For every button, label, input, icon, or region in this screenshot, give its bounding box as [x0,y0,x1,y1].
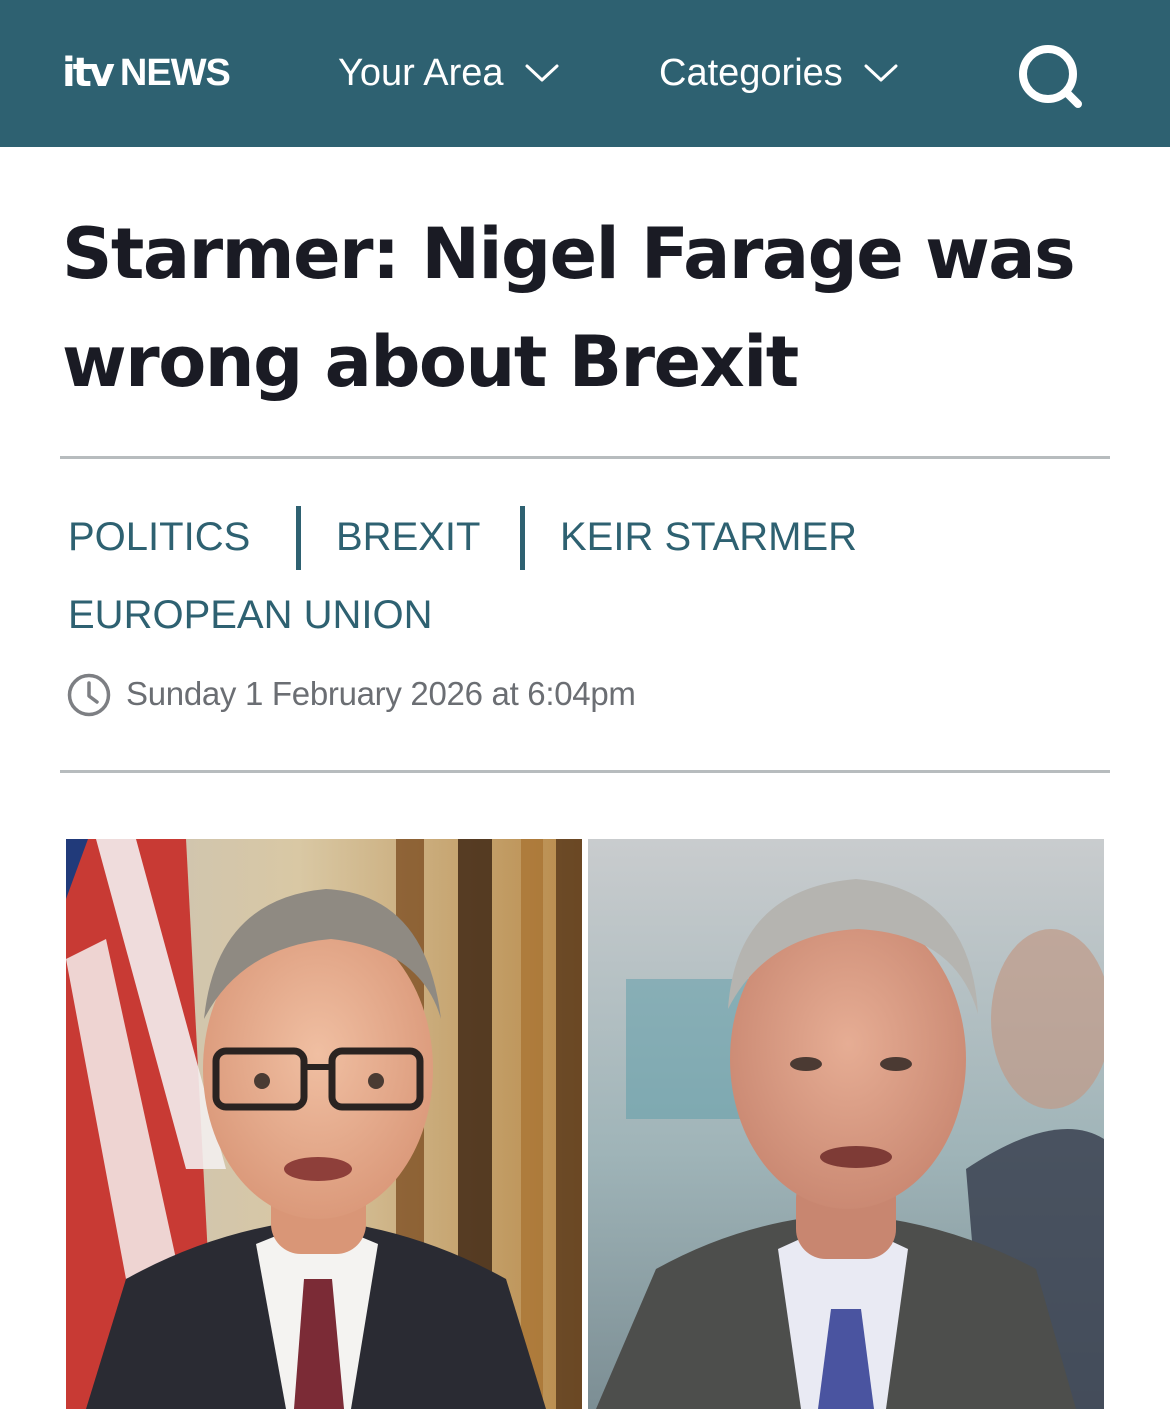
article-hero-image [66,839,1104,1409]
clock-icon [67,673,111,717]
article-headline: Starmer: Nigel Farage was wrong about Br… [62,200,1112,416]
tag-keir-starmer[interactable]: KEIR STARMER [560,514,857,560]
chevron-down-icon [864,64,898,82]
tag-separator [520,506,525,570]
hero-image-illustration [66,839,1104,1409]
itv-news-logo[interactable]: itv NEWS [62,50,231,96]
logo-itv-text: itv [62,50,115,96]
divider [60,770,1110,773]
photo-nigel-farage [588,839,1104,1409]
nav-categories-label: Categories [659,51,843,94]
tag-european-union[interactable]: EUROPEAN UNION [68,592,433,638]
tag-separator [296,506,301,570]
search-icon[interactable] [1014,40,1086,112]
headline-line-2: wrong about Brexit [62,321,799,403]
tag-brexit[interactable]: BREXIT [336,514,480,560]
divider [60,456,1110,459]
nav-your-area-label: Your Area [338,51,504,94]
tag-politics[interactable]: POLITICS [68,514,250,560]
photo-keir-starmer [66,839,582,1409]
logo-news-text: NEWS [119,52,231,94]
nav-categories[interactable]: Categories [659,50,899,96]
published-date: Sunday 1 February 2026 at 6:04pm [126,675,636,712]
top-navigation-bar: itv NEWS Your Area Categories [0,0,1170,147]
headline-line-1: Starmer: Nigel Farage was [62,213,1076,295]
chevron-down-icon [525,64,559,82]
nav-your-area[interactable]: Your Area [338,50,560,96]
